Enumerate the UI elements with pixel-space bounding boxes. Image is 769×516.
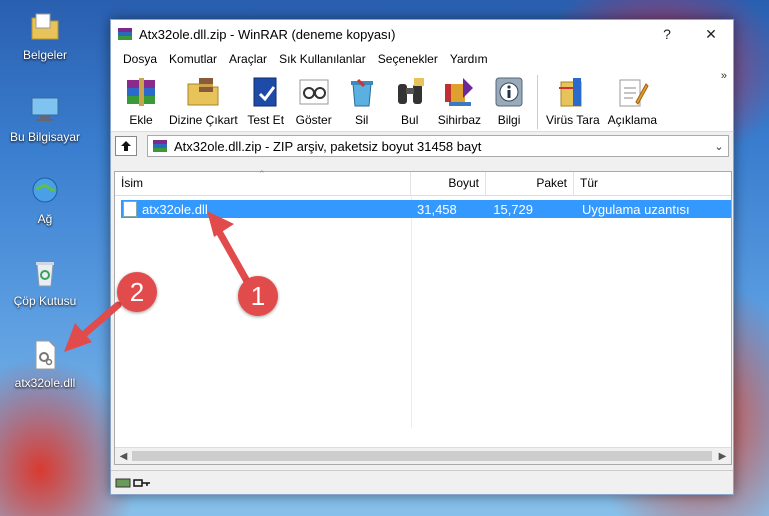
callout-badge-1: 1 — [238, 276, 278, 316]
horizontal-scrollbar[interactable]: ◀ ▶ — [115, 447, 731, 464]
toolbar-label: Dizine Çıkart — [169, 113, 238, 127]
up-folder-button[interactable] — [115, 136, 137, 156]
address-text: Atx32ole.dll.zip - ZIP arşiv, paketsiz b… — [174, 138, 482, 154]
up-arrow-icon — [121, 141, 131, 151]
info-icon — [489, 73, 529, 111]
toolbar-label: Ekle — [129, 113, 153, 127]
cell-packed: 15,729 — [493, 201, 533, 217]
desktop-icon-dll-file[interactable]: atx32ole.dll — [0, 338, 90, 390]
toolbar-delete-button[interactable]: Sil — [342, 73, 382, 127]
column-divider — [411, 196, 412, 428]
scroll-thumb[interactable] — [132, 451, 712, 461]
computer-icon — [28, 92, 62, 126]
extract-folder-icon — [183, 73, 223, 111]
desktop-icon-label: atx32ole.dll — [14, 376, 76, 390]
delete-bin-icon — [342, 73, 382, 111]
comment-pen-icon — [612, 73, 652, 111]
desktop-icon-recycle-bin[interactable]: Çöp Kutusu — [0, 256, 90, 308]
status-bar — [111, 470, 733, 494]
toolbar-comment-button[interactable]: Açıklama — [608, 73, 657, 127]
desktop-icon-label: Çöp Kutusu — [13, 294, 77, 308]
toolbar-test-button[interactable]: Test Et — [246, 73, 286, 127]
menu-favorites[interactable]: Sık Kullanılanlar — [273, 52, 372, 66]
add-archive-icon — [121, 73, 161, 111]
scroll-left-icon[interactable]: ◀ — [115, 451, 132, 462]
toolbar-label: Sil — [355, 113, 369, 127]
test-book-icon — [246, 73, 286, 111]
winrar-window: Atx32ole.dll.zip - WinRAR (deneme kopyas… — [110, 19, 734, 495]
toolbar-view-button[interactable]: Göster — [294, 73, 334, 127]
network-globe-icon — [28, 174, 62, 208]
wizard-icon — [439, 73, 479, 111]
file-list[interactable]: İsim Boyut Paket Tür ⌃ atx32ole.dll 31,4… — [114, 169, 732, 465]
desktop-icon-network[interactable]: Ağ — [0, 174, 90, 226]
list-header: İsim Boyut Paket Tür ⌃ — [115, 169, 731, 196]
callout-badge-2: 2 — [117, 272, 157, 312]
address-bar: Atx32ole.dll.zip - ZIP arşiv, paketsiz b… — [111, 132, 733, 160]
dll-file-icon — [123, 201, 137, 217]
view-glasses-icon — [294, 73, 334, 111]
toolbar-label: Test Et — [247, 113, 285, 127]
menu-options[interactable]: Seçenekler — [372, 52, 444, 66]
desktop-icon-label: Belgeler — [22, 48, 68, 62]
column-header-packed[interactable]: Paket — [486, 172, 574, 196]
window-title: Atx32ole.dll.zip - WinRAR (deneme kopyas… — [139, 26, 396, 42]
winrar-app-icon — [117, 26, 133, 42]
column-header-type[interactable]: Tür — [574, 172, 731, 196]
close-button[interactable]: ✕ — [689, 20, 733, 48]
folder-icon — [28, 10, 62, 44]
virus-scan-icon — [553, 73, 593, 111]
toolbar-label: Göster — [295, 113, 332, 127]
toolbar-label: Virüs Tara — [546, 113, 600, 127]
toolbar-separator — [537, 75, 539, 129]
toolbar-wizard-button[interactable]: Sihirbaz — [438, 73, 481, 127]
toolbar-label: Bilgi — [497, 113, 521, 127]
desktop-icon-documents[interactable]: Belgeler — [0, 10, 90, 62]
table-row[interactable]: atx32ole.dll 31,458 15,729 Uygulama uzan… — [121, 200, 731, 218]
menu-tools[interactable]: Araçlar — [223, 52, 273, 66]
recycle-bin-icon — [28, 256, 62, 290]
desktop-icon-label: Bu Bilgisayar — [9, 130, 81, 144]
toolbar-label: Sihirbaz — [437, 113, 482, 127]
toolbar-find-button[interactable]: Bul — [390, 73, 430, 127]
cell-type: Uygulama uzantısı — [582, 201, 690, 217]
scroll-right-icon[interactable]: ▶ — [714, 451, 731, 462]
toolbar-overflow-button[interactable]: » — [721, 70, 727, 82]
cell-name: atx32ole.dll — [142, 201, 208, 217]
dll-file-icon — [28, 338, 62, 372]
toolbar-info-button[interactable]: Bilgi — [489, 73, 529, 127]
drive-key-icon — [115, 478, 150, 487]
help-button[interactable]: ? — [645, 20, 689, 48]
desktop-icon-label: Ağ — [37, 212, 53, 226]
menu-bar: Dosya Komutlar Araçlar Sık Kullanılanlar… — [111, 48, 733, 70]
find-binoculars-icon — [390, 73, 430, 111]
menu-file[interactable]: Dosya — [117, 52, 163, 66]
cell-size: 31,458 — [417, 201, 457, 217]
toolbar-virus-scan-button[interactable]: Virüs Tara — [546, 73, 600, 127]
toolbar-label: Bul — [401, 113, 419, 127]
chevron-down-icon[interactable]: ⌄ — [710, 140, 728, 153]
column-header-size[interactable]: Boyut — [411, 172, 486, 196]
address-dropdown[interactable]: Atx32ole.dll.zip - ZIP arşiv, paketsiz b… — [147, 135, 729, 157]
toolbar: Ekle Dizine Çıkart Test Et Göster Sil Bu… — [111, 70, 733, 132]
menu-help[interactable]: Yardım — [444, 52, 494, 66]
scroll-track[interactable] — [132, 448, 714, 464]
desktop-icon-this-pc[interactable]: Bu Bilgisayar — [0, 92, 90, 144]
title-bar[interactable]: Atx32ole.dll.zip - WinRAR (deneme kopyas… — [111, 20, 733, 48]
sort-arrow-icon: ⌃ — [258, 169, 266, 179]
toolbar-label: Açıklama — [607, 113, 657, 127]
toolbar-add-button[interactable]: Ekle — [121, 73, 161, 127]
toolbar-extract-button[interactable]: Dizine Çıkart — [169, 73, 238, 127]
archive-icon — [153, 140, 167, 152]
menu-commands[interactable]: Komutlar — [163, 52, 223, 66]
